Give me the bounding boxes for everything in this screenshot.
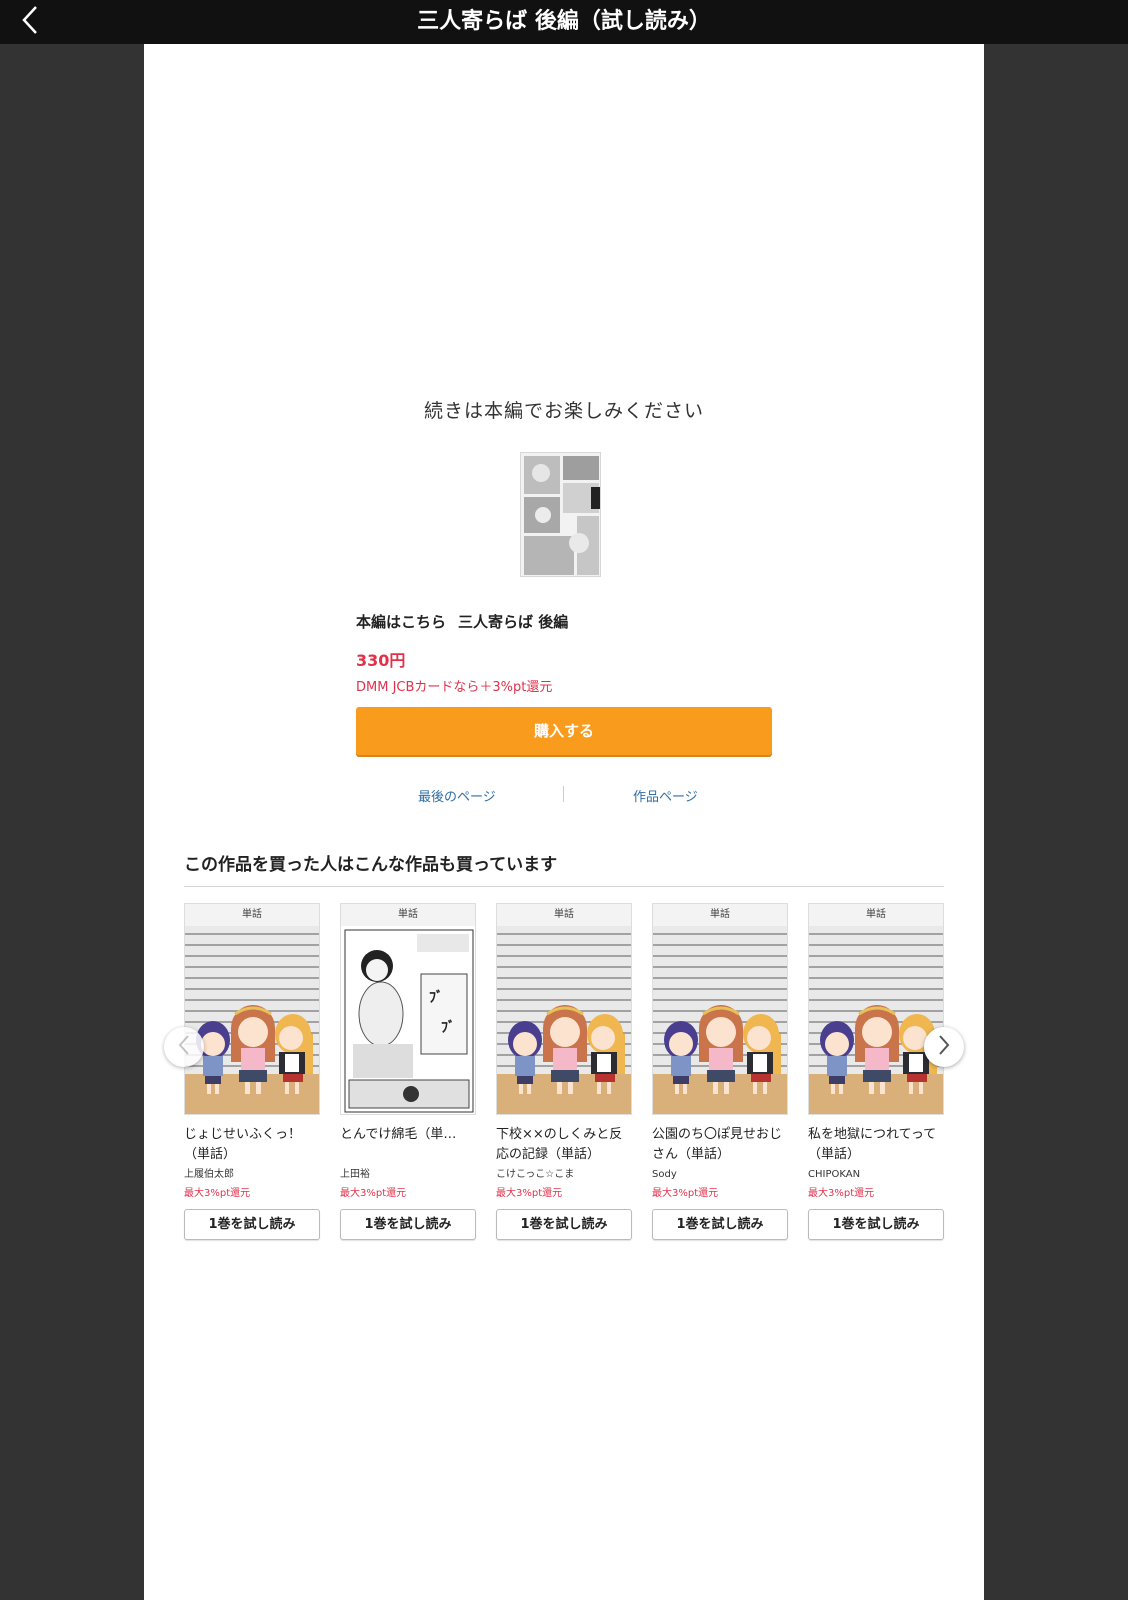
recommend-card: 単話 私を地獄につれてって（単話） CHIPOKAN 最大3%pt還元 1巻を試… (808, 903, 944, 1240)
divider (184, 886, 944, 887)
card-title[interactable]: じょじせいふくっ！（単話） (184, 1125, 320, 1165)
chevron-left-icon (177, 1034, 191, 1060)
card-cover[interactable]: 単話 (496, 903, 632, 1115)
reader-end-page: 続きは本編でお楽しみください 本編はこちら 三人寄らば 後編 330円 DMM J… (144, 44, 984, 1600)
card-points: 最大3%pt還元 (496, 1188, 563, 1199)
card-author: 上田裕 (340, 1169, 370, 1180)
card-badge: 単話 (653, 904, 787, 926)
svg-text:ﾌﾞ: ﾌﾞ (441, 1019, 455, 1036)
card-cover[interactable]: 単話 (184, 903, 320, 1115)
trial-read-button[interactable]: 1巻を試し読み (496, 1209, 632, 1240)
price: 330円 (356, 651, 406, 670)
card-title[interactable]: 下校××のしくみと反応の記録（単話） (496, 1125, 632, 1165)
card-author: こけこっこ☆こま (496, 1169, 575, 1180)
recommend-heading: この作品を買った人はこんな作品も買っています (184, 855, 558, 875)
card-cover[interactable]: 単話 (808, 903, 944, 1115)
svg-text:ﾌﾞ: ﾌﾞ (429, 989, 443, 1006)
trial-read-button[interactable]: 1巻を試し読み (808, 1209, 944, 1240)
chevron-right-icon (937, 1034, 951, 1060)
continue-message: 続きは本編でお楽しみください (423, 400, 704, 422)
recommend-card: 単話 公園のち〇ぽ見せおじさん（単話） Sody 最大3%pt還元 1巻を試し読… (652, 903, 788, 1240)
card-cover[interactable]: 単話 (652, 903, 788, 1115)
main-work-name: 三人寄らば 後編 (458, 613, 569, 631)
card-points: 最大3%pt還元 (652, 1188, 719, 1199)
card-title[interactable]: とんでけ綿毛（単… (340, 1125, 476, 1165)
card-author: Sody (652, 1169, 677, 1180)
card-points: 最大3%pt還元 (808, 1188, 875, 1199)
recommend-card: 単話 じょじせいふくっ！（単話） 上履伯太郎 最大3%pt還元 1巻を試し読み (184, 903, 320, 1240)
back-button[interactable] (14, 6, 46, 38)
buy-button[interactable]: 購入する (356, 707, 772, 755)
card-badge: 単話 (809, 904, 943, 926)
recommend-card: 単話 下校××のしくみと反応の記録（単話） こけこっこ☆こま 最大3%pt還元 … (496, 903, 632, 1240)
card-points: 最大3%pt還元 (184, 1188, 251, 1199)
card-title[interactable]: 公園のち〇ぽ見せおじさん（単話） (652, 1125, 788, 1165)
page-title: 三人寄らば 後編（試し読み） (417, 9, 711, 34)
main-cover-image[interactable] (520, 452, 601, 577)
card-author: CHIPOKAN (808, 1169, 861, 1180)
main-work-label: 本編はこちら (356, 613, 447, 631)
carousel-prev-button[interactable] (164, 1027, 204, 1067)
trial-read-button[interactable]: 1巻を試し読み (652, 1209, 788, 1240)
link-divider (563, 786, 564, 802)
main-work-title: 本編はこちら 三人寄らば 後編 (356, 611, 568, 632)
card-author: 上履伯太郎 (184, 1169, 234, 1180)
work-page-link[interactable]: 作品ページ (633, 786, 698, 805)
card-badge: 単話 (341, 904, 475, 926)
trial-read-button[interactable]: 1巻を試し読み (184, 1209, 320, 1240)
card-badge: 単話 (185, 904, 319, 926)
recommend-card: 単話 ﾌﾞ ﾌﾞ とんでけ綿毛（単… 上田裕 最大3%pt還元 1巻を試し読み (340, 903, 476, 1240)
card-cover[interactable]: 単話 ﾌﾞ ﾌﾞ (340, 903, 476, 1115)
top-bar: 三人寄らば 後編（試し読み） (0, 0, 1128, 44)
carousel-next-button[interactable] (924, 1027, 964, 1067)
trial-read-button[interactable]: 1巻を試し読み (340, 1209, 476, 1240)
card-points: 最大3%pt還元 (340, 1188, 407, 1199)
last-page-link[interactable]: 最後のページ (418, 786, 496, 805)
card-badge: 単話 (497, 904, 631, 926)
campaign-text: DMM JCBカードなら＋3%pt還元 (356, 680, 553, 695)
chevron-left-icon (20, 5, 40, 39)
card-title[interactable]: 私を地獄につれてって（単話） (808, 1125, 944, 1165)
